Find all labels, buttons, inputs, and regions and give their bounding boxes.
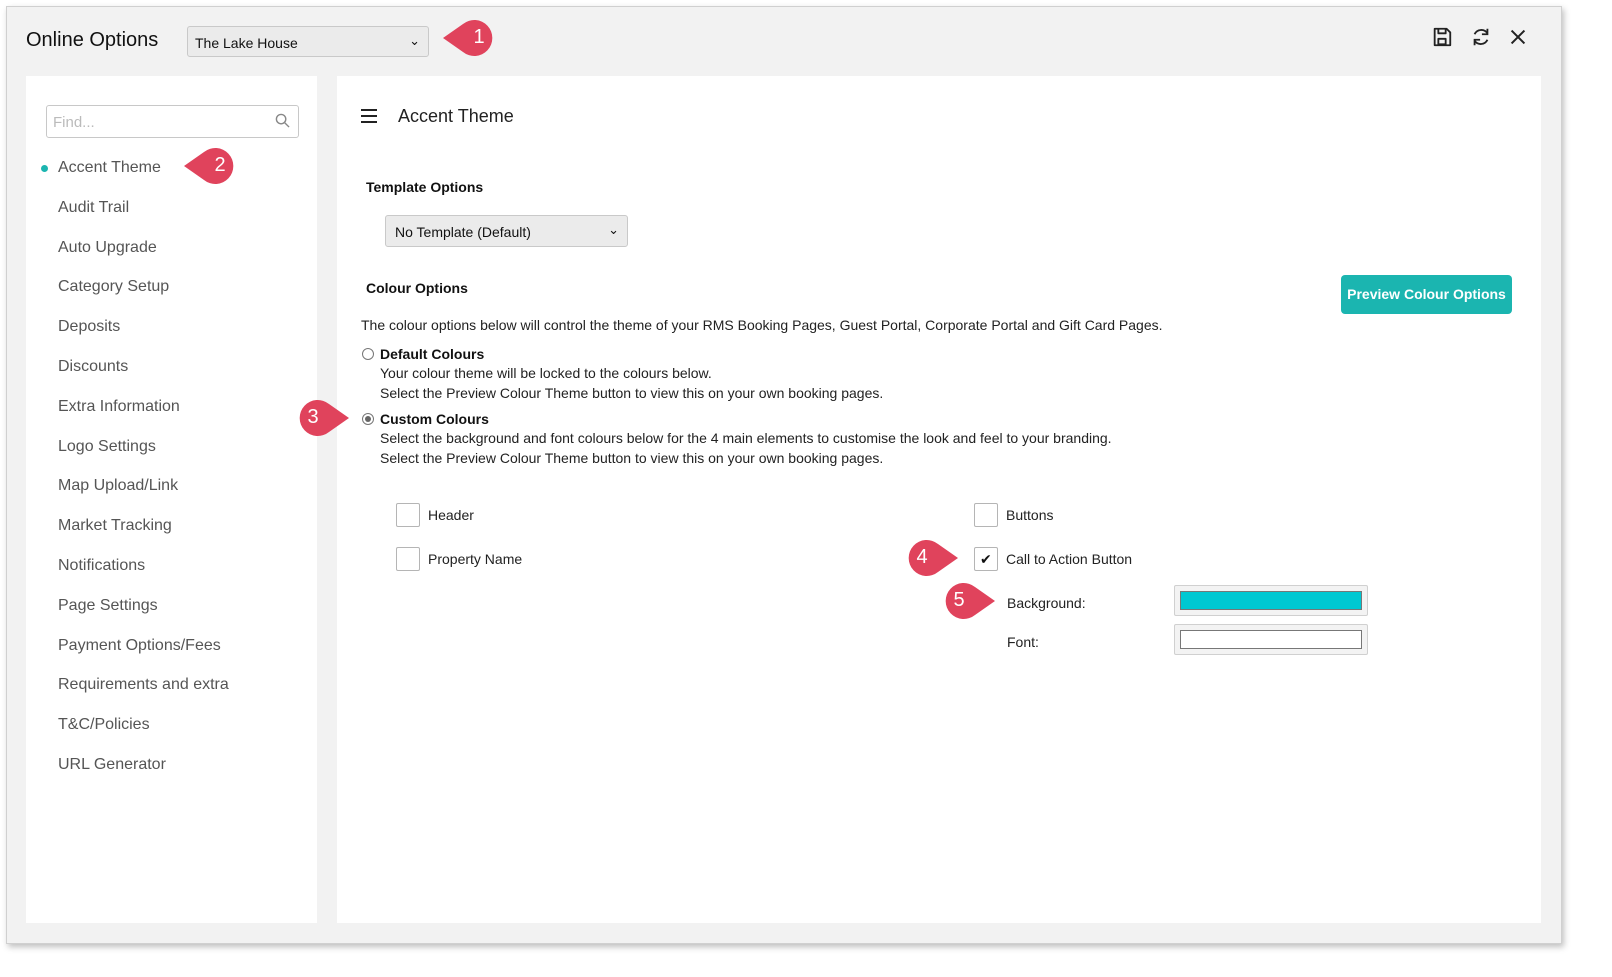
default-colours-line2: Select the Preview Colour Theme button t… — [380, 385, 884, 401]
preview-colour-options-button[interactable]: Preview Colour Options — [1341, 275, 1512, 314]
sidebar-item-url-generator[interactable]: URL Generator — [26, 753, 229, 793]
search-placeholder: Find... — [53, 114, 95, 131]
sidebar-item-map-upload[interactable]: Map Upload/Link — [26, 474, 229, 514]
sidebar-item-notifications[interactable]: Notifications — [26, 554, 229, 594]
page-title: Accent Theme — [398, 106, 514, 126]
save-icon[interactable] — [1431, 26, 1457, 52]
custom-colours-radio[interactable] — [362, 413, 374, 425]
chevron-down-icon: ⌄ — [409, 33, 420, 48]
close-icon[interactable] — [1507, 26, 1533, 52]
buttons-checkbox[interactable] — [974, 503, 998, 527]
header-label: Header — [428, 507, 474, 523]
property-select-value: The Lake House — [195, 35, 298, 51]
sidebar-nav: Accent Theme Audit Trail Auto Upgrade Ca… — [26, 156, 229, 793]
buttons-label: Buttons — [1006, 507, 1054, 523]
sidebar-item-audit-trail[interactable]: Audit Trail — [26, 196, 229, 236]
font-colour-picker[interactable] — [1174, 624, 1368, 655]
property-name-label: Property Name — [428, 551, 523, 567]
main-panel: Accent Theme Template Options No Templat… — [337, 76, 1541, 923]
custom-colours-line2: Select the Preview Colour Theme button t… — [380, 450, 884, 466]
call-to-action-checkbox[interactable]: ✔ — [974, 547, 998, 571]
checkmark-icon: ✔ — [980, 551, 992, 567]
template-options-label: Template Options — [366, 179, 484, 195]
template-select-value: No Template (Default) — [395, 224, 531, 240]
refresh-icon[interactable] — [1470, 26, 1496, 52]
chevron-down-icon: ⌄ — [608, 222, 619, 237]
custom-colours-line1: Select the background and font colours b… — [380, 430, 1112, 446]
sidebar-item-logo-settings[interactable]: Logo Settings — [26, 435, 229, 475]
sidebar-item-payment-options[interactable]: Payment Options/Fees — [26, 634, 229, 674]
background-colour-picker[interactable] — [1174, 585, 1368, 616]
font-colour-label: Font: — [1007, 634, 1039, 650]
title-bar: Online Options The Lake House ⌄ — [7, 7, 1561, 75]
sidebar-item-discounts[interactable]: Discounts — [26, 355, 229, 395]
colour-options-description: The colour options below will control th… — [361, 317, 1163, 333]
sidebar-item-deposits[interactable]: Deposits — [26, 315, 229, 355]
property-select[interactable]: The Lake House ⌄ — [187, 26, 429, 57]
sidebar-item-page-settings[interactable]: Page Settings — [26, 594, 229, 634]
custom-colours-title: Custom Colours — [380, 411, 489, 427]
active-dot-icon — [41, 165, 48, 172]
font-colour-swatch — [1180, 630, 1362, 649]
sidebar-item-category-setup[interactable]: Category Setup — [26, 275, 229, 315]
sidebar-item-requirements[interactable]: Requirements and extra — [26, 673, 229, 713]
sidebar-item-auto-upgrade[interactable]: Auto Upgrade — [26, 236, 229, 276]
property-name-checkbox[interactable] — [396, 547, 420, 571]
sidebar-item-market-tracking[interactable]: Market Tracking — [26, 514, 229, 554]
sidebar: Find... Accent Theme Audit Trail Auto Up… — [26, 76, 317, 923]
background-colour-label: Background: — [1007, 595, 1086, 611]
background-colour-swatch — [1180, 591, 1362, 610]
sidebar-item-extra-information[interactable]: Extra Information — [26, 395, 229, 435]
callout-3: 3 — [291, 398, 349, 438]
colour-options-label: Colour Options — [366, 280, 468, 296]
search-input[interactable]: Find... — [46, 105, 299, 138]
default-colours-title: Default Colours — [380, 346, 485, 362]
default-colours-radio[interactable] — [362, 348, 374, 360]
window-title: Online Options — [26, 29, 159, 51]
callout-4: 4 — [900, 538, 958, 578]
search-icon — [275, 113, 290, 132]
callout-2: 2 — [184, 146, 242, 186]
sidebar-item-policies[interactable]: T&C/Policies — [26, 713, 229, 753]
callout-1: 1 — [443, 18, 501, 58]
header-checkbox[interactable] — [396, 503, 420, 527]
template-select[interactable]: No Template (Default) ⌄ — [385, 215, 628, 247]
callout-5: 5 — [937, 581, 995, 621]
menu-icon[interactable] — [361, 109, 377, 127]
default-colours-line1: Your colour theme will be locked to the … — [380, 365, 712, 381]
call-to-action-label: Call to Action Button — [1006, 551, 1133, 567]
